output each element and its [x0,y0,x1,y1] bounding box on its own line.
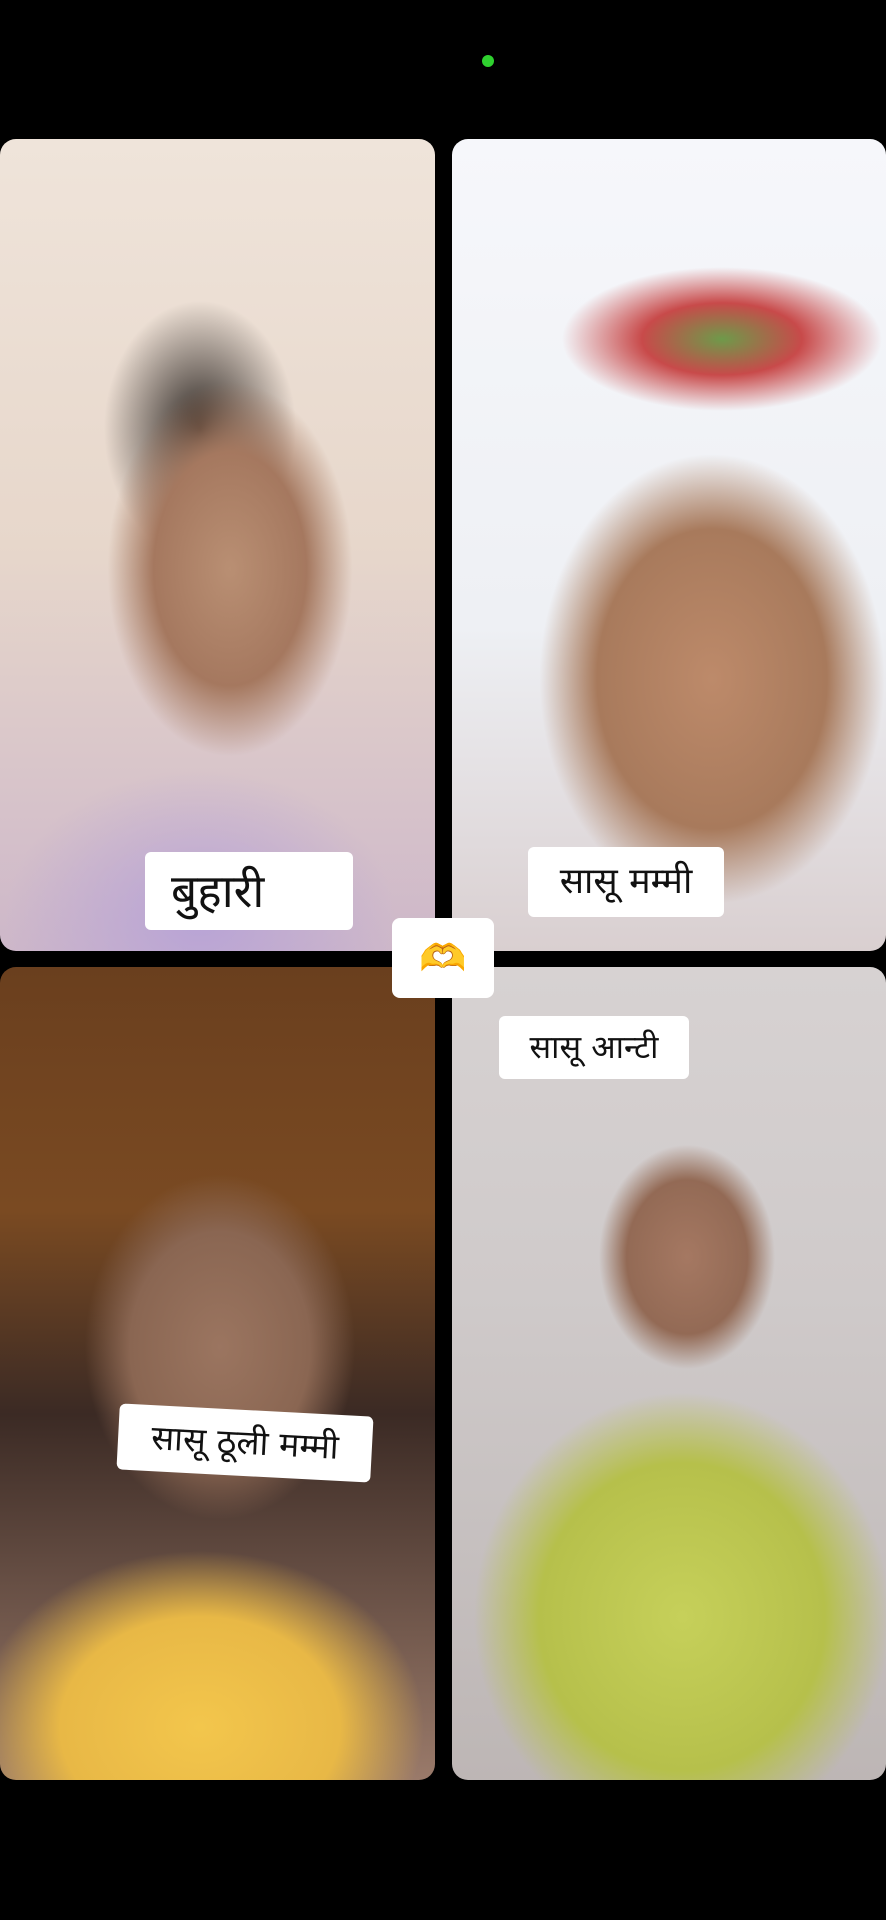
video-tile-buhari[interactable] [0,139,435,951]
participant-name-label: सासू ठूली मम्मी [116,1403,374,1483]
heart-hands-icon: 🫶 [392,918,494,998]
video-tile-sasu-aunty[interactable] [452,967,886,1780]
participant-name-label: सासू मम्मी [528,847,724,917]
video-tile-sasu-thuli-mummy[interactable] [0,967,435,1780]
participant-name-label: बुहारी [145,852,353,930]
video-tile-sasu-mummy[interactable] [452,139,886,951]
participant-name-label: सासू आन्टी [499,1016,689,1079]
camera-active-indicator [482,55,494,67]
